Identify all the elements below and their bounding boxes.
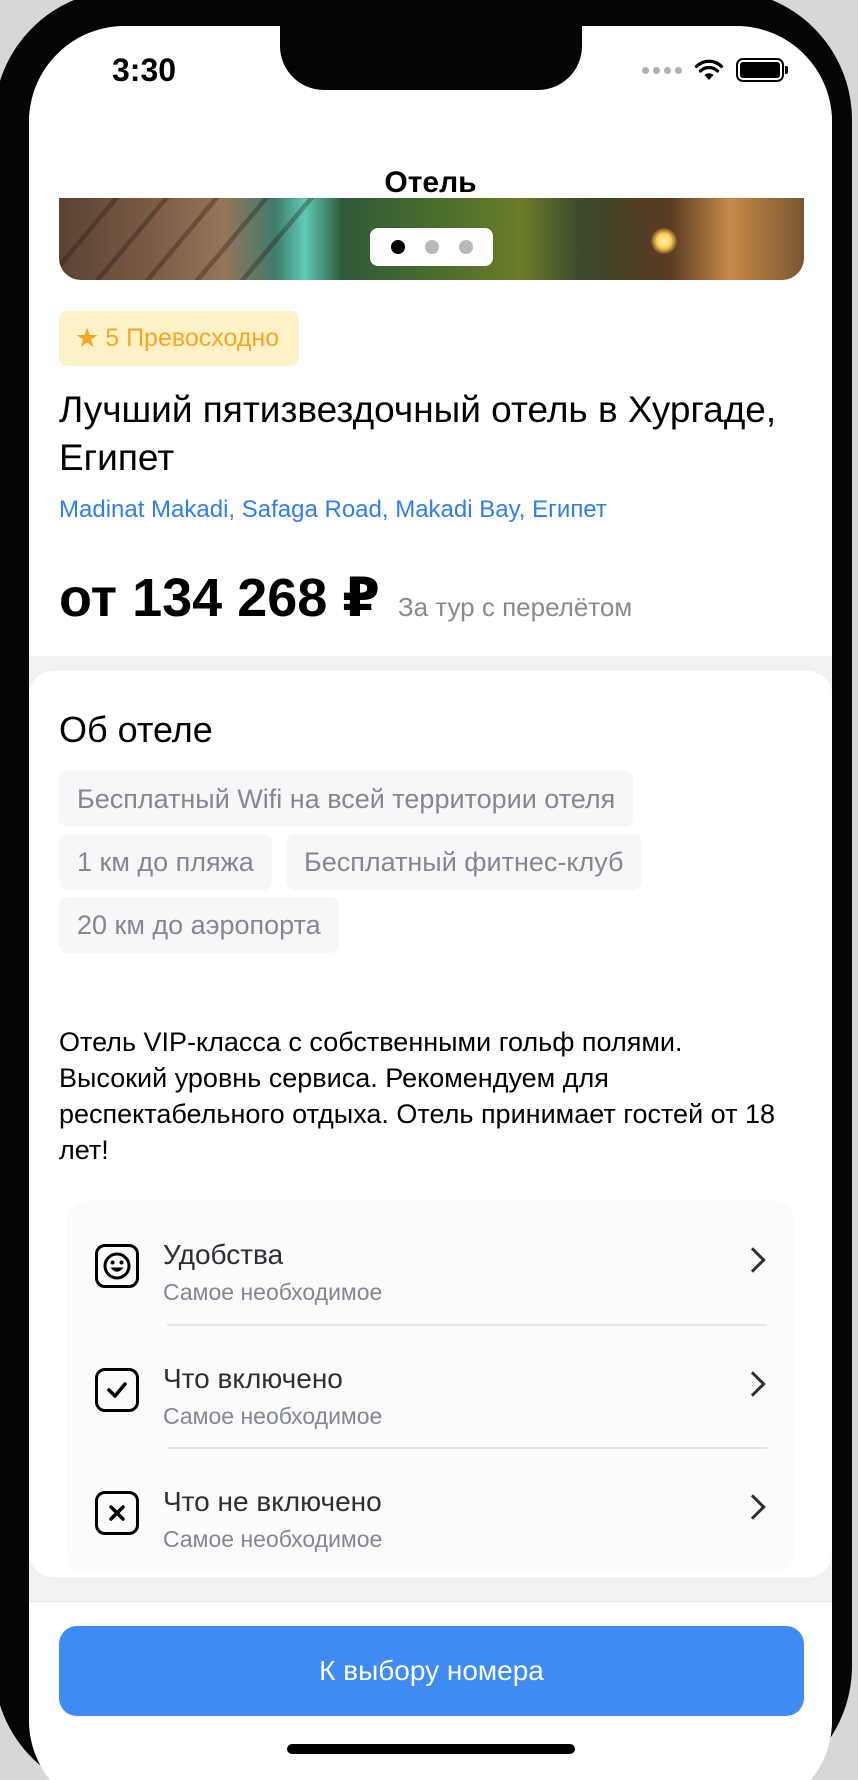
photo-detail [239, 198, 315, 280]
peculiarity-chip: 1 км до пляжа [59, 834, 272, 890]
battery-icon [736, 58, 788, 82]
feature-row-included[interactable]: Что включено Самое необходимое [67, 1325, 794, 1448]
wifi-icon [694, 59, 724, 80]
price-note: За тур с перелётом [397, 592, 633, 622]
page-dot[interactable] [424, 240, 439, 254]
page-dot[interactable] [458, 240, 473, 254]
cellular-signal-icon [642, 66, 682, 74]
feature-row-not-included[interactable]: Что не включено Самое необходимое [67, 1448, 794, 1571]
page-title: Отель [384, 166, 477, 199]
hotel-name: Лучший пятизвездочный отель в Хургаде, Е… [59, 389, 777, 478]
hotel-description: Отель VIP-класса с собственными гольф по… [59, 1027, 775, 1165]
features-list: Удобства Самое необходимое Что включено … [67, 1201, 794, 1572]
feature-title: Что не включено [163, 1486, 382, 1517]
price-block: от 134 268 ₽ За тур с перелётом [59, 566, 632, 629]
section-title: Об отеле [59, 709, 213, 750]
choose-room-button[interactable]: К выбору номера [59, 1626, 804, 1716]
feature-subtitle: Самое необходимое [163, 1279, 383, 1305]
feature-title: Что включено [163, 1363, 343, 1394]
page-dot[interactable] [390, 240, 405, 254]
star-icon: ★ [75, 323, 100, 353]
peculiarity-chip: Бесплатный фитнес-клуб [286, 834, 642, 890]
rating-badge: ★ 5 Превосходно [59, 311, 300, 366]
hotel-address-link[interactable]: Madinat Makadi, Safaga Road, Makadi Bay,… [59, 496, 607, 524]
feature-title: Удобства [163, 1239, 284, 1270]
chevron-right-icon [740, 1371, 766, 1397]
status-icons [642, 58, 788, 82]
emoji-smile-icon [95, 1244, 139, 1288]
square-x-icon [95, 1491, 139, 1535]
status-time: 3:30 [112, 52, 177, 88]
device-notch [280, 26, 582, 90]
price-amount: от 134 268 ₽ [59, 568, 380, 628]
photo-lamp-light [651, 228, 677, 254]
chevron-right-icon [740, 1247, 766, 1273]
home-indicator[interactable] [287, 1744, 575, 1754]
rating-label: 5 Превосходно [105, 324, 280, 352]
feature-subtitle: Самое необходимое [163, 1526, 383, 1552]
phone-frame: Отель ★ 5 Превосходно Лучший пятизвездоч… [0, 0, 858, 1780]
carousel-page-indicator[interactable] [370, 228, 493, 266]
square-check-icon [95, 1368, 139, 1412]
about-hotel-card: Об отеле Бесплатный Wifi на всей террито… [29, 671, 832, 1577]
peculiarity-chip: Бесплатный Wifi на всей территории отеля [59, 771, 634, 827]
feature-row-amenities[interactable]: Удобства Самое необходимое [67, 1201, 794, 1324]
chevron-right-icon [740, 1494, 766, 1520]
feature-subtitle: Самое необходимое [163, 1403, 383, 1429]
hotel-summary-card: Отель ★ 5 Превосходно Лучший пятизвездоч… [29, 26, 832, 656]
app-screen: Отель ★ 5 Превосходно Лучший пятизвездоч… [29, 26, 832, 1780]
peculiarity-chip: 20 км до аэропорта [59, 897, 339, 953]
